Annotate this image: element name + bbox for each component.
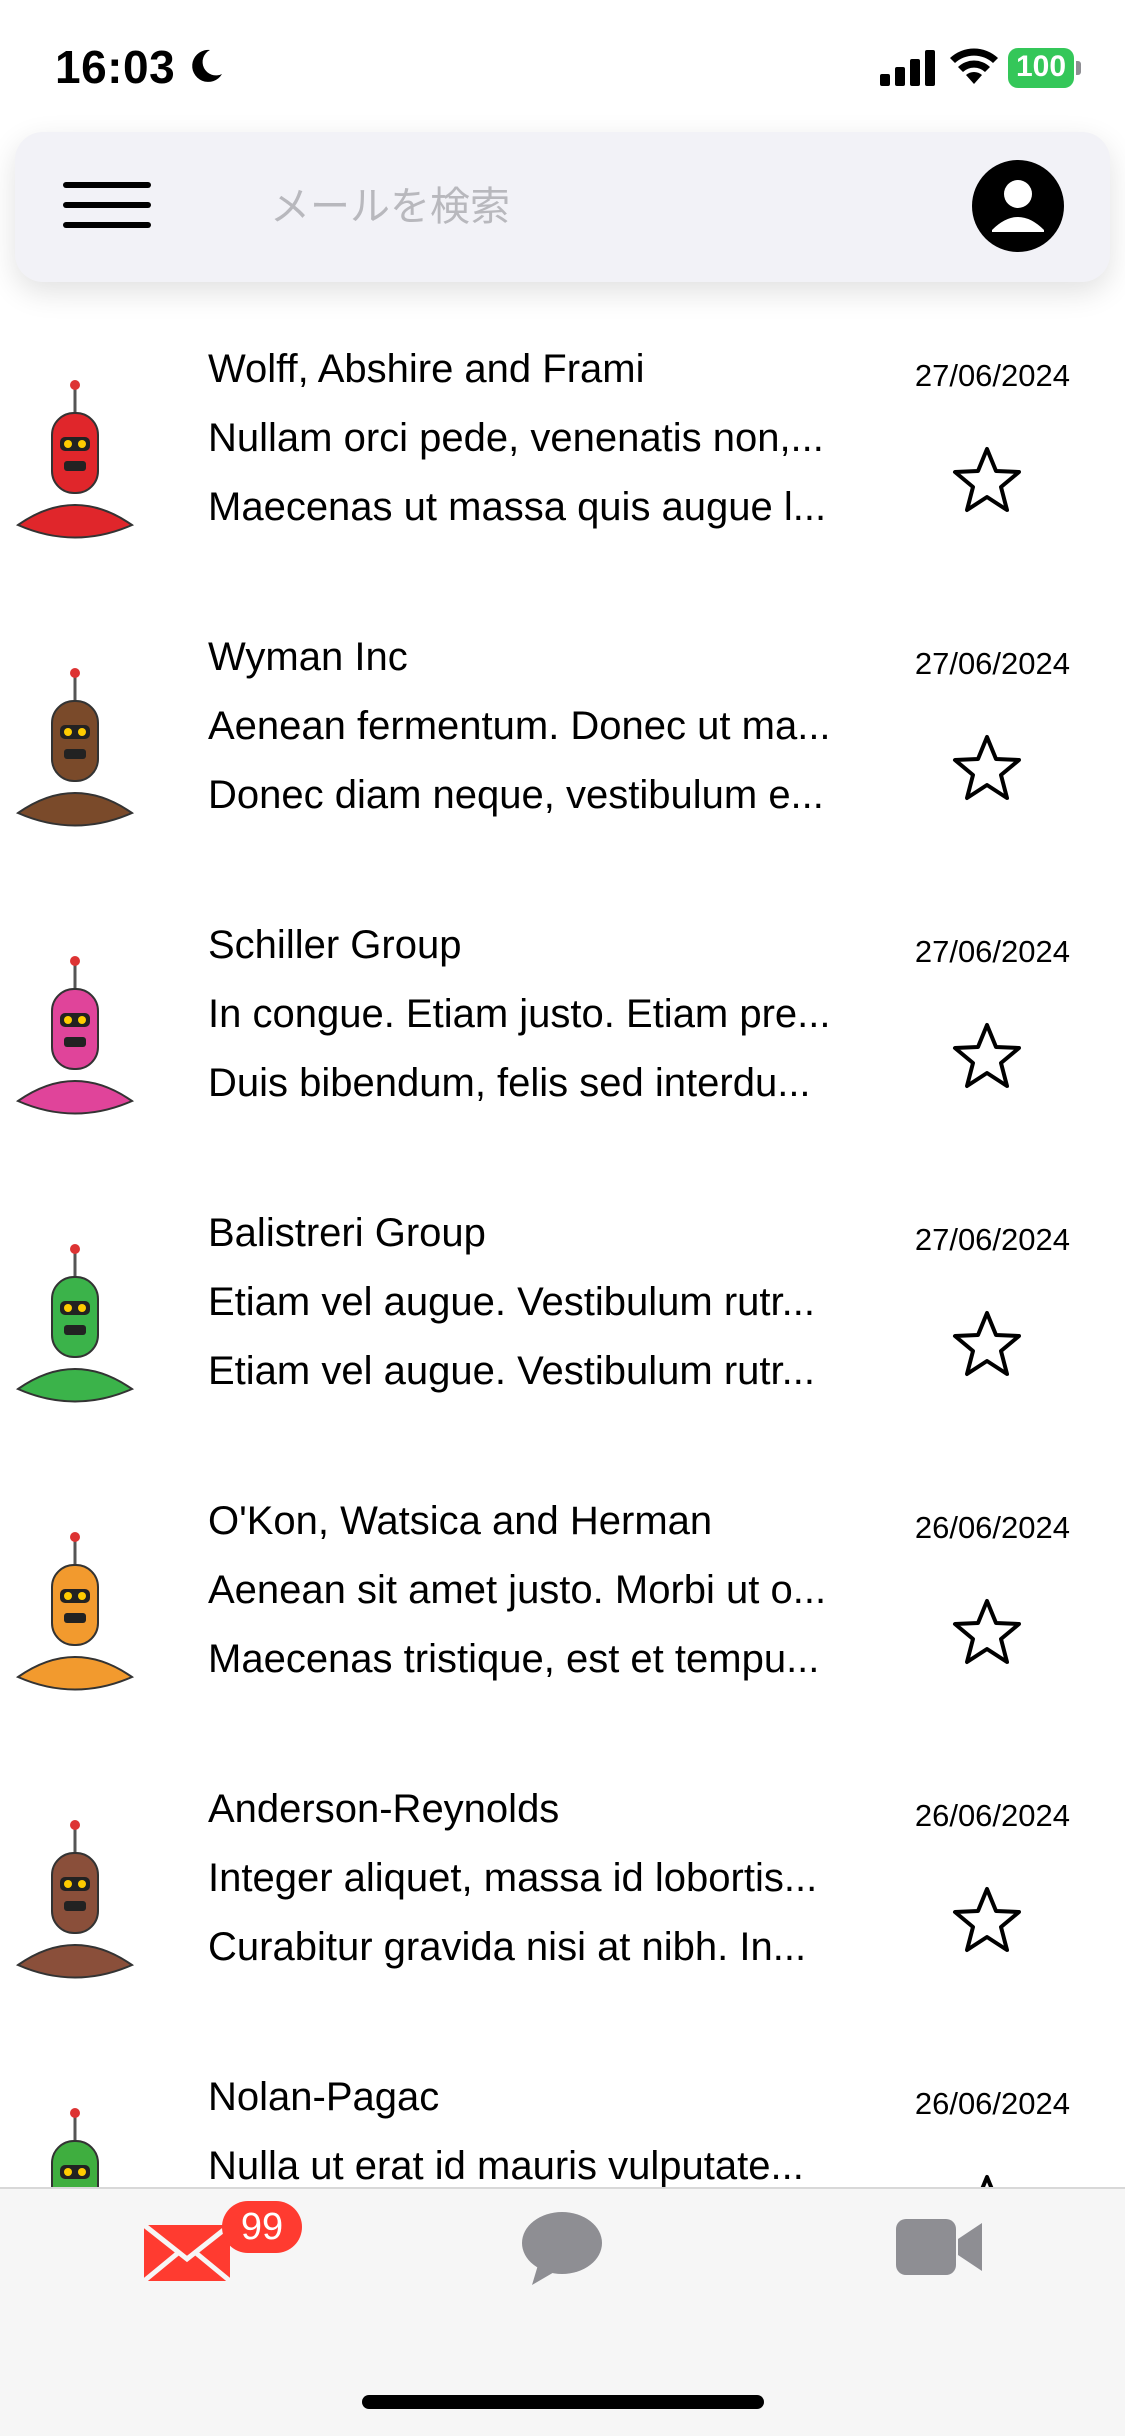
account-avatar-icon[interactable] [972,160,1064,252]
video-icon[interactable] [896,2217,984,2277]
mail-row[interactable]: O'Kon, Watsica and Herman Aenean sit ame… [0,1482,1125,1770]
mail-subject: In congue. Etiam justo. Etiam pre... [208,992,831,1036]
mail-date: 27/06/2024 [914,358,1070,393]
moon-icon [192,49,222,82]
mail-subject: Etiam vel augue. Vestibulum rutr... [208,1280,815,1324]
star-icon[interactable] [952,1021,1022,1091]
star-icon[interactable] [952,1309,1022,1379]
robot-avatar-icon [15,1532,135,1691]
mail-sender: Wolff, Abshire and Frami [208,347,645,391]
mail-list: Wolff, Abshire and Frami Nullam orci ped… [0,330,1125,2190]
mail-snippet: Maecenas tristique, est et tempu... [208,1637,820,1681]
mail-row[interactable]: Schiller Group In congue. Etiam justo. E… [0,906,1125,1194]
mail-sender: Anderson-Reynolds [208,1787,560,1831]
mail-subject: Aenean sit amet justo. Morbi ut o... [208,1568,827,1612]
mail-row[interactable]: Wyman Inc Aenean fermentum. Donec ut ma.… [0,618,1125,906]
mail-date: 26/06/2024 [914,2086,1070,2121]
mail-row[interactable]: Wolff, Abshire and Frami Nullam orci ped… [0,330,1125,618]
mail-sender: Balistreri Group [208,1211,486,1255]
mail-sender: Wyman Inc [208,635,408,679]
mail-row[interactable]: Nolan-Pagac Nulla ut erat id mauris vulp… [0,2058,1125,2190]
star-icon[interactable] [952,1597,1022,1667]
mail-row[interactable]: Balistreri Group Etiam vel augue. Vestib… [0,1194,1125,1482]
robot-avatar-icon [51,2108,99,2190]
mail-subject: Integer aliquet, massa id lobortis... [208,1856,818,1900]
mail-snippet: Maecenas ut massa quis augue l... [208,485,827,529]
star-icon[interactable] [952,1885,1022,1955]
robot-avatar-icon [15,1244,135,1403]
mail-icon[interactable] [142,2217,232,2287]
signal-icon [880,50,935,86]
mail-snippet: Curabitur gravida nisi at nibh. In... [208,1925,807,1969]
robot-avatar-icon [15,956,135,1115]
mail-subject: Nulla ut erat id mauris vulputate... [208,2144,804,2188]
mail-badge: 99 [222,2201,302,2253]
status-time: 16:03 [55,41,176,93]
mail-subject: Nullam orci pede, venenatis non,... [208,416,824,460]
hamburger-menu-icon[interactable] [63,182,153,232]
search-bar [15,132,1110,282]
chat-icon[interactable] [520,2209,604,2289]
status-bar: 16:03 100 [0,0,1125,135]
mail-date: 27/06/2024 [914,646,1070,681]
star-icon[interactable] [952,733,1022,803]
mail-subject: Aenean fermentum. Donec ut ma... [208,704,831,748]
battery-level: 100 [1015,50,1067,83]
mail-snippet: Donec diam neque, vestibulum e... [208,773,824,817]
mail-snippet: Etiam vel augue. Vestibulum rutr... [208,1349,815,1393]
mail-date: 26/06/2024 [914,1798,1070,1833]
mail-sender: Schiller Group [208,923,462,967]
mail-sender: Nolan-Pagac [208,2075,440,2119]
mail-date: 27/06/2024 [914,934,1070,969]
mail-sender: O'Kon, Watsica and Herman [208,1499,713,1543]
star-icon[interactable] [952,445,1022,515]
robot-avatar-icon [15,1820,135,1979]
wifi-icon [950,48,998,84]
mail-snippet: Duis bibendum, felis sed interdu... [208,1061,811,1105]
mail-date: 27/06/2024 [914,1222,1070,1257]
search-input[interactable] [270,174,910,240]
robot-avatar-icon [15,380,135,539]
battery-icon: 100 [1008,48,1081,88]
mail-date: 26/06/2024 [914,1510,1070,1545]
robot-avatar-icon [15,668,135,827]
mail-row[interactable]: Anderson-Reynolds Integer aliquet, massa… [0,1770,1125,2058]
home-indicator [362,2395,764,2409]
